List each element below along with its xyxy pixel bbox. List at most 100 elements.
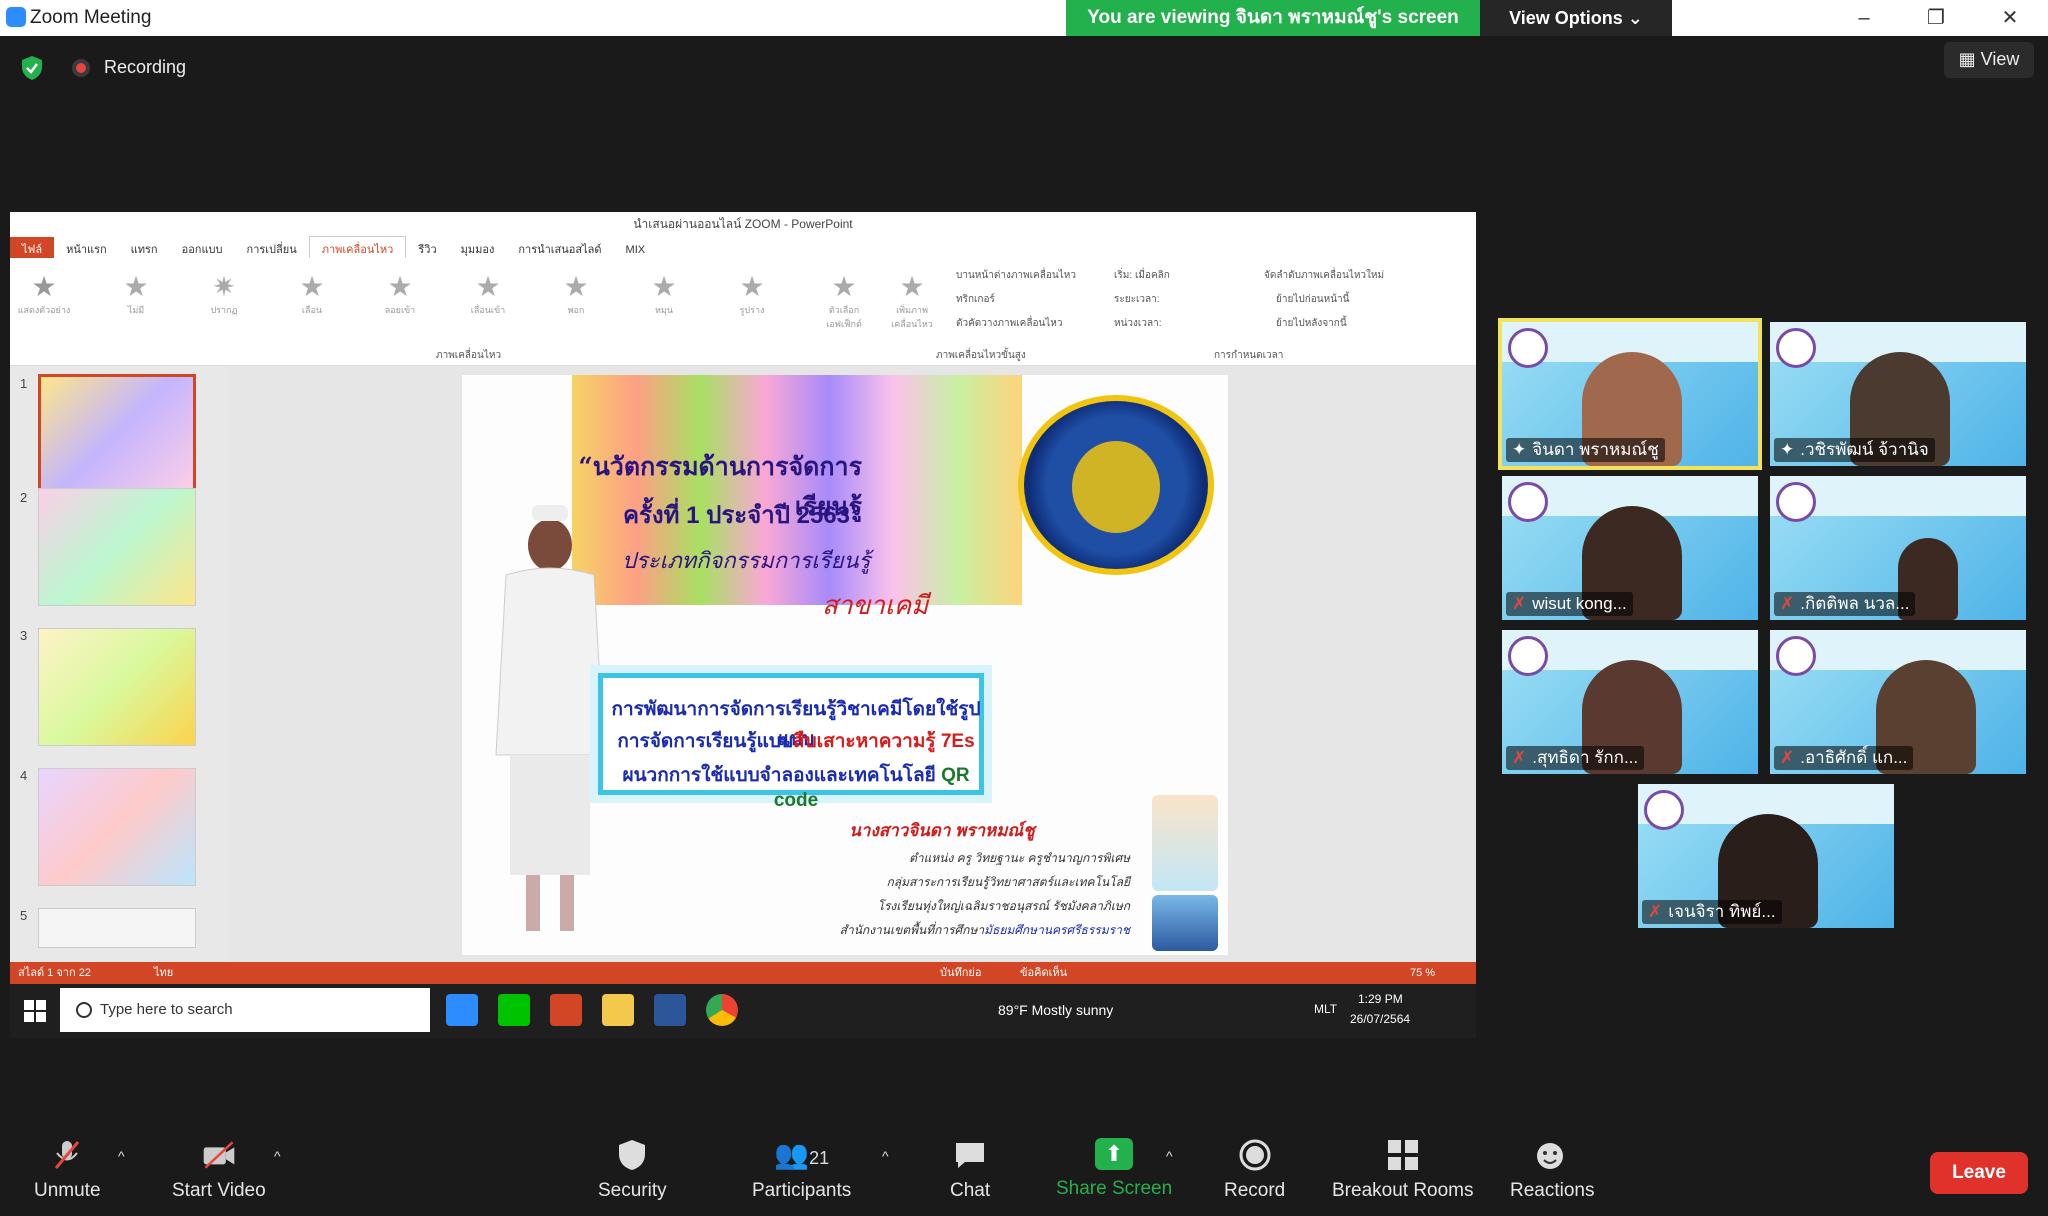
preview-button[interactable]: ★ แสดงตัวอย่าง [14,270,74,330]
participants-button[interactable]: 👥21 Participants [752,1138,851,1202]
participant-tile[interactable]: ✗ เจนจิรา ทิพย์... [1638,784,1894,928]
powerpoint-title: นำเสนอผ่านออนไลน์ ZOOM - PowerPoint [10,212,1476,236]
participant-tile[interactable]: ✦ .วชิรพัฒน์ จ้วานิจ [1770,322,2026,466]
window-title: Zoom Meeting [30,7,152,28]
participant-tile[interactable]: ✗ .สุทธิดา รักก... [1502,630,1758,774]
encryption-shield-icon[interactable] [20,55,44,81]
breakout-rooms-button[interactable]: Breakout Rooms [1332,1138,1474,1202]
lab-equipment-image [1152,795,1218,891]
notes-button[interactable]: บันทึกย่อ [940,962,981,984]
slide-number: 5 [20,908,28,923]
slide-title-line2: ครั้งที่ 1 ประจำปี 2563” [622,502,862,529]
recording-icon [72,59,90,77]
effect-appear[interactable]: ✷ ปรากฏ [194,270,254,330]
line-app-icon[interactable] [498,994,530,1026]
windows-start-icon[interactable] [24,1000,46,1022]
slide-title-box: การพัฒนาการจัดการเรียนรู้วิชาเคมีโดยใช้ร… [598,673,984,811]
video-options-caret[interactable]: ^ [274,1148,281,1164]
participant-name: ✗ .อาธิศักดิ์ แก... [1774,746,1914,770]
weather-widget[interactable]: 89°F Mostly sunny [998,1002,1113,1018]
effect-wheel[interactable]: ★ หมุน [634,270,694,330]
participant-name-text: เจนจิรา ทิพย์... [1668,902,1776,921]
share-screen-button[interactable]: ⬆ Share Screen [1056,1138,1172,1200]
participant-tile[interactable]: ✗ .กิตติพล นวล... [1770,476,2026,620]
participant-tile[interactable]: ✗ .อาธิศักดิ์ แก... [1770,630,2026,774]
author-school: โรงเรียนทุ่งใหญ่เฉลิมราชอนุสรณ์ รัชมังคล… [877,899,1130,913]
animation-pane-button[interactable]: บานหน้าต่างภาพเคลื่อนไหว [956,268,1076,283]
zoom-logo-icon [6,7,26,27]
effect-label: รูปร่าง [739,305,765,315]
school-seal-icon [1018,395,1214,575]
start-select[interactable]: เริ่ม: เมื่อคลิก [1114,268,1170,283]
security-button[interactable]: Security [598,1138,667,1202]
unmute-label: Unmute [34,1180,101,1201]
tab-mix[interactable]: MIX [614,241,658,259]
box-line2-text: การจัดการเรียนรู้แบบ [617,731,793,752]
slide-number: 1 [20,376,28,391]
animation-painter-button[interactable]: ตัวคัดวางภาพเคลื่อนไหว [956,316,1063,331]
zoom-app-icon[interactable] [446,994,478,1026]
view-label: View [1980,49,2020,69]
slide-thumb-3[interactable] [38,628,196,746]
slide-thumb-4[interactable] [38,768,196,886]
input-language[interactable]: MLT [1314,1002,1337,1016]
powerpoint-app-icon[interactable] [550,994,582,1026]
effect-fade[interactable]: ★ เลือน [282,270,342,330]
file-explorer-icon[interactable] [602,994,634,1026]
word-app-icon[interactable] [654,994,686,1026]
delay-field[interactable]: หน่วงเวลา: [1114,316,1161,331]
advanced-group-label: ภาพเคลื่อนไหวขั้นสูง [936,350,1026,361]
effect-none[interactable]: ★ ไม่มี [106,270,166,330]
participant-name: ✗ เจนจิรา ทิพย์... [1642,900,1782,924]
comments-button[interactable]: ข้อคิดเห็น [1020,962,1067,984]
slide-subject: สาขาเคมี [822,590,929,620]
participant-tile[interactable]: ✗ wisut kong... [1502,476,1758,620]
effect-flyin[interactable]: ★ ลอยเข้า [370,270,430,330]
move-later-button[interactable]: ย้ายไปหลังจากนี้ [1276,316,1347,331]
trigger-button[interactable]: ทริกเกอร์ [956,292,995,307]
conference-logo-icon [1776,482,1816,522]
pin-icon: ✦ [1780,440,1795,459]
view-button[interactable]: ▦ View [1944,42,2034,78]
participants-options-caret[interactable]: ^ [882,1148,889,1164]
add-animation-button[interactable]: ★ เพิ่มภาพเคลื่อนไหว [882,270,942,330]
effect-shape[interactable]: ★ รูปร่าง [722,270,782,330]
participant-name: ✗ .กิตติพล นวล... [1774,592,1916,616]
leave-button[interactable]: Leave [1930,1152,2028,1194]
zoom-level[interactable]: 75 % [1410,962,1435,984]
clock-date[interactable]: 26/07/2564 [1350,1012,1410,1026]
reactions-button[interactable]: Reactions [1510,1138,1595,1202]
participant-name-text: wisut kong... [1532,594,1627,613]
clock-time[interactable]: 1:29 PM [1358,992,1403,1006]
slide-thumb-2[interactable] [38,488,196,606]
audio-options-caret[interactable]: ^ [118,1148,125,1164]
share-options-caret[interactable]: ^ [1166,1148,1173,1164]
viewing-banner: You are viewing จินดา พราหมณ์ชู's screen [1066,0,1480,36]
effect-options-button[interactable]: ★ ตัวเลือกเอฟเฟ็กต์ [814,270,874,330]
participant-name-text: .สุทธิดา รักก... [1532,748,1639,767]
start-video-button[interactable]: Start Video [172,1138,266,1202]
restore-button[interactable]: ❐ [1908,0,1964,36]
chrome-app-icon[interactable] [706,994,738,1026]
record-button[interactable]: Record [1224,1138,1285,1202]
slide-thumb-5[interactable] [38,908,196,948]
taskbar-search-input[interactable]: Type here to search [60,988,430,1032]
slide-thumb-1[interactable] [38,374,196,492]
close-button[interactable]: ✕ [1982,0,2038,36]
move-earlier-button[interactable]: ย้ายไปก่อนหน้านี้ [1276,292,1350,307]
author-position: ตำแหน่ง ครู วิทยฐานะ ครูชำนาญการพิเศษ [909,851,1130,865]
effect-split[interactable]: ★ พอก [546,270,606,330]
chat-label: Chat [950,1180,991,1201]
beaker-image [1152,895,1218,951]
duration-field[interactable]: ระยะเวลา: [1114,292,1160,307]
unmute-button[interactable]: Unmute [34,1138,101,1202]
pin-icon: ✦ [1512,440,1527,459]
effect-floatin[interactable]: ★ เลื่อนเข้า [458,270,518,330]
minimize-button[interactable]: – [1836,0,1892,36]
slide-title-line3: ประเภทกิจกรรมการเรียนรู้ [622,548,871,573]
view-options-button[interactable]: View Options ⌄ [1480,0,1672,36]
chat-button[interactable]: Chat [950,1138,990,1202]
participant-tile[interactable]: ✦ จินดา พราหมณ์ชู [1498,318,1762,470]
ribbon-tabs: ไฟล์ หน้าแรก แทรก ออกแบบ การเปลี่ยน ภาพเคลื่อ… [10,236,1476,261]
title-bar: Zoom Meeting You are viewing จินดา พราหม… [0,0,2048,36]
